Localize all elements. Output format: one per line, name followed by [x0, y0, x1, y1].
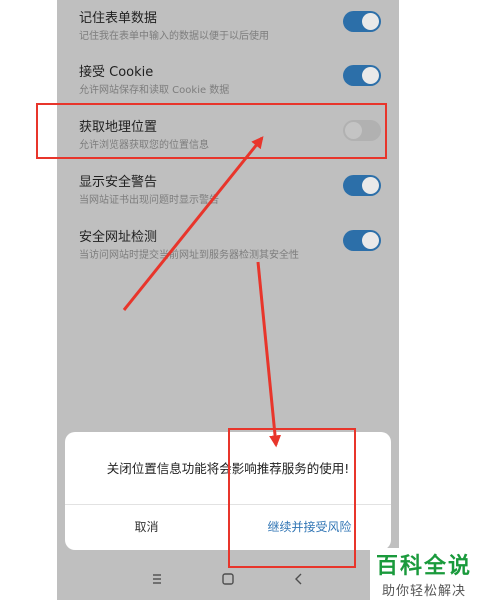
setting-subtitle: 允许网站保存和读取 Cookie 数据	[79, 85, 230, 96]
cancel-button[interactable]: 取消	[65, 505, 228, 550]
setting-subtitle: 当访问网站时提交当前网址到服务器检测其安全性	[79, 250, 299, 261]
setting-subtitle: 记住我在表单中输入的数据以便于以后使用	[79, 31, 269, 42]
setting-title: 显示安全警告	[79, 175, 158, 190]
accept-cookie-toggle[interactable]	[343, 65, 381, 86]
setting-title: 记住表单数据	[79, 11, 158, 26]
watermark-subtitle: 助你轻松解决	[382, 584, 467, 599]
setting-security-warning: 显示安全警告 当网站证书出现问题时显示警告	[57, 167, 399, 221]
watermark-logo: 百科全说 助你轻松解决	[370, 548, 496, 604]
toggle-knob	[362, 232, 379, 249]
setting-title: 接受 Cookie	[79, 65, 154, 80]
safe-url-check-toggle[interactable]	[343, 230, 381, 251]
annotation-box-continue-button	[228, 428, 356, 568]
toggle-knob	[362, 13, 379, 30]
setting-remember-form-data: 记住表单数据 记住我在表单中输入的数据以便于以后使用	[57, 3, 399, 57]
menu-icon[interactable]	[147, 569, 167, 589]
remember-form-data-toggle[interactable]	[343, 11, 381, 32]
setting-safe-url-check: 安全网址检测 当访问网站时提交当前网址到服务器检测其安全性	[57, 222, 399, 276]
toggle-knob	[362, 67, 379, 84]
toggle-knob	[362, 177, 379, 194]
watermark-title: 百科全说	[376, 554, 473, 579]
back-icon[interactable]	[289, 569, 309, 589]
setting-subtitle: 当网站证书出现问题时显示警告	[79, 195, 219, 206]
home-icon[interactable]	[218, 569, 238, 589]
annotation-box-location-setting	[36, 103, 387, 159]
setting-title: 安全网址检测	[79, 230, 158, 245]
security-warning-toggle[interactable]	[343, 175, 381, 196]
